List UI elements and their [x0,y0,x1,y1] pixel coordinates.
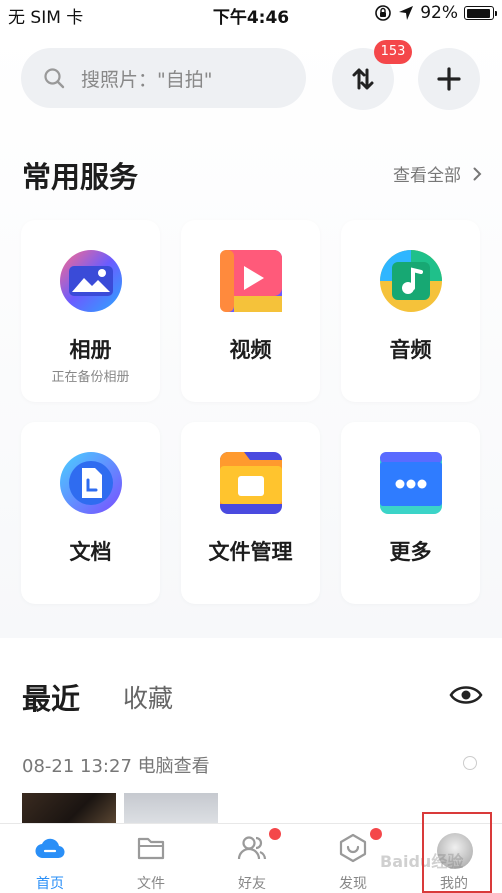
status-bar: 无 SIM 卡 下午4:46 92% [0,0,502,28]
carrier-label: 无 SIM 卡 [8,8,84,28]
search-icon [44,68,65,89]
nav-label-files: 文件 [137,876,165,892]
rotation-lock-icon [375,5,392,21]
service-label-document: 文档 [69,540,112,564]
discover-notification-dot [370,828,382,840]
service-card-more[interactable]: 更多 [341,422,480,604]
more-icon [380,452,442,514]
file-manager-icon [220,452,282,514]
recent-thumbnail[interactable] [124,793,218,823]
service-card-album[interactable]: 相册 正在备份相册 [21,220,160,402]
transfer-count-badge: 153 [374,40,412,64]
status-right: 92% [374,3,497,23]
transfer-button[interactable]: 153 [332,40,412,110]
service-card-audio[interactable]: 音频 [341,220,480,402]
service-card-document[interactable]: 文档 [21,422,160,604]
service-label-audio: 音频 [389,338,432,362]
add-button[interactable] [418,48,480,110]
nav-label-discover: 发现 [339,876,367,892]
search-bar[interactable]: 搜照片："自拍" [21,48,306,108]
search-placeholder: 搜照片："自拍" [81,68,213,91]
plus-icon [437,67,461,91]
recent-thumbnail[interactable] [22,793,116,823]
view-all-label: 查看全部 [393,166,461,186]
video-icon [220,250,282,312]
friends-icon [237,836,267,860]
eye-icon[interactable] [449,683,483,707]
watermark-text: Baidu经验 [380,852,464,871]
view-all-link[interactable]: 查看全部 [393,161,482,186]
service-card-video[interactable]: 视频 [181,220,320,402]
recent-entry-header: 08-21 13:27 电脑查看 [22,756,210,777]
discover-icon [339,833,367,863]
service-label-more: 更多 [389,540,432,564]
service-sub-album: 正在备份相册 [51,370,130,385]
service-label-album: 相册 [69,338,112,362]
transfer-arrows-icon [352,68,374,90]
nav-item-files[interactable]: 文件 [101,824,201,893]
service-label-file-manager: 文件管理 [208,540,293,564]
folder-icon [137,837,165,860]
nav-label-friends: 好友 [238,876,266,892]
nav-item-friends[interactable]: 好友 [202,824,302,893]
select-radio[interactable] [463,756,477,770]
nav-label-home: 首页 [36,876,64,892]
battery-icon [464,6,497,20]
services-title: 常用服务 [22,160,139,194]
photo-album-icon [60,250,122,312]
audio-icon [380,250,442,312]
battery-percent: 92% [420,3,458,23]
nav-item-home[interactable]: 首页 [0,824,100,893]
tab-recent[interactable]: 最近 [22,676,80,718]
chevron-right-icon [473,167,482,180]
service-card-file-manager[interactable]: 文件管理 [181,422,320,604]
service-label-video: 视频 [229,338,272,362]
document-icon [60,452,122,514]
battery-fill [466,8,490,18]
cloud-icon [35,838,65,859]
location-arrow-icon [399,6,414,20]
nav-label-me: 我的 [440,876,468,892]
friends-notification-dot [269,828,281,840]
tab-favorites[interactable]: 收藏 [123,679,173,715]
